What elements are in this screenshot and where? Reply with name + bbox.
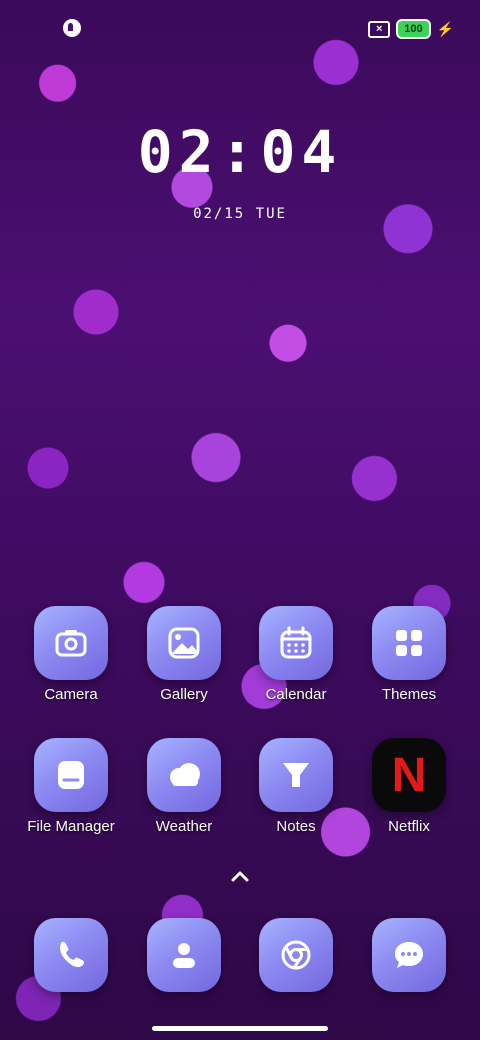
app-notes[interactable]: Notes (241, 738, 351, 835)
app-camera[interactable]: Camera (16, 606, 126, 703)
calendar-icon (259, 606, 333, 680)
dock-phone[interactable] (34, 918, 108, 992)
clock-time[interactable]: 02:04 (0, 118, 480, 186)
weather-icon (147, 738, 221, 812)
app-label: File Manager (27, 818, 115, 835)
app-gallery[interactable]: Gallery (129, 606, 239, 703)
no-sim-icon: × (368, 20, 391, 38)
status-bar: × 100 ⚡ (0, 0, 480, 56)
notes-icon (259, 738, 333, 812)
app-label: Netflix (388, 818, 430, 835)
themes-icon (372, 606, 446, 680)
netflix-icon: N (372, 738, 446, 812)
status-icons: × 100 ⚡ (368, 19, 454, 39)
browser-icon (259, 918, 333, 992)
app-themes[interactable]: Themes (354, 606, 464, 703)
app-label: Notes (276, 818, 316, 835)
messages-icon (372, 918, 446, 992)
notification-app-icon (63, 19, 81, 37)
app-file-manager[interactable]: File Manager (16, 738, 126, 835)
app-label: Gallery (160, 686, 208, 703)
netflix-logo-glyph: N (391, 748, 427, 802)
dock-messages[interactable] (372, 918, 446, 992)
chevron-up-icon[interactable] (228, 866, 252, 886)
app-weather[interactable]: Weather (129, 738, 239, 835)
app-netflix[interactable]: N Netflix (354, 738, 464, 835)
home-gesture-bar[interactable] (152, 1026, 328, 1031)
contacts-icon (147, 918, 221, 992)
app-label: Camera (44, 686, 98, 703)
app-label: Themes (381, 686, 437, 703)
clock-date[interactable]: 02/15 TUE (0, 206, 480, 222)
dock-contacts[interactable] (147, 918, 221, 992)
phone-icon (34, 918, 108, 992)
file-manager-icon (34, 738, 108, 812)
gallery-icon (147, 606, 221, 680)
app-label: Calendar (265, 686, 327, 703)
battery-indicator: 100 (396, 19, 431, 39)
bolt-icon: ⚡ (436, 20, 454, 37)
app-label: Weather (155, 818, 213, 835)
dock-browser[interactable] (259, 918, 333, 992)
camera-icon (34, 606, 108, 680)
app-calendar[interactable]: Calendar (241, 606, 351, 703)
